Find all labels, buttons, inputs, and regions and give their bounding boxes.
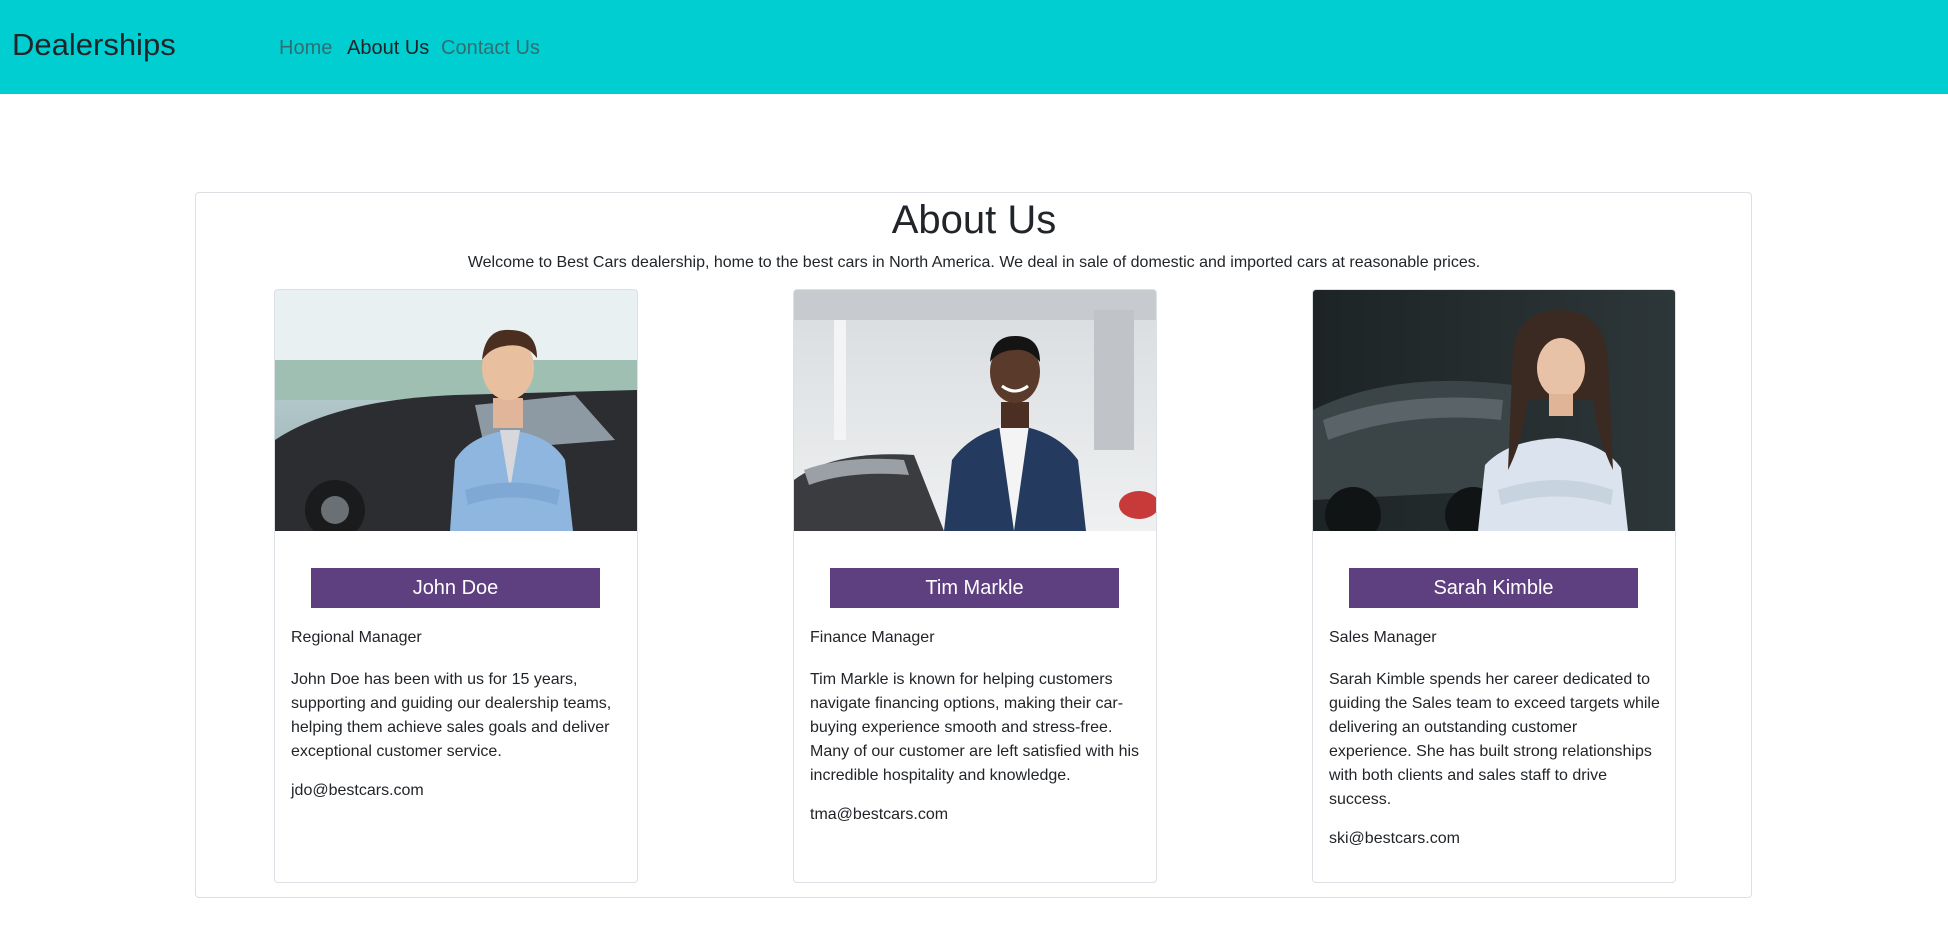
team-role: Sales Manager [1329, 629, 1437, 646]
team-photo-sarah-kimble [1313, 290, 1675, 531]
top-navbar: Dealerships Home About Us Contact Us [0, 0, 1948, 94]
team-bio: John Doe has been with us for 15 years, … [291, 671, 612, 760]
nav-link-home[interactable]: Home [279, 36, 332, 60]
nav-link-about-us[interactable]: About Us [347, 36, 429, 60]
team-email: tma@bestcars.com [810, 806, 949, 823]
team-bio: Sarah Kimble spends her career dedicated… [1329, 671, 1660, 808]
team-role: Regional Manager [291, 629, 422, 646]
team-email: jdo@bestcars.com [291, 782, 424, 799]
team-name-badge: Sarah Kimble [1349, 568, 1638, 608]
brand-link[interactable]: Dealerships [12, 26, 176, 64]
team-card-john-doe: John Doe Regional Manager John Doe has b… [274, 289, 638, 883]
about-intro-text: Welcome to Best Cars dealership, home to… [467, 254, 1481, 271]
team-photo-tim-markle [794, 290, 1156, 531]
team-role: Finance Manager [810, 629, 935, 646]
team-card-sarah-kimble: Sarah Kimble Sales Manager Sarah Kimble … [1312, 289, 1676, 883]
team-photo-john-doe [275, 290, 637, 531]
team-email: ski@bestcars.com [1329, 830, 1460, 847]
team-name-badge: Tim Markle [830, 568, 1119, 608]
page-title: About Us [891, 198, 1057, 242]
team-name-badge: John Doe [311, 568, 600, 608]
team-bio: Tim Markle is known for helping customer… [810, 671, 1140, 784]
nav-link-contact-us[interactable]: Contact Us [441, 36, 540, 60]
team-card-tim-markle: Tim Markle Finance Manager Tim Markle is… [793, 289, 1157, 883]
